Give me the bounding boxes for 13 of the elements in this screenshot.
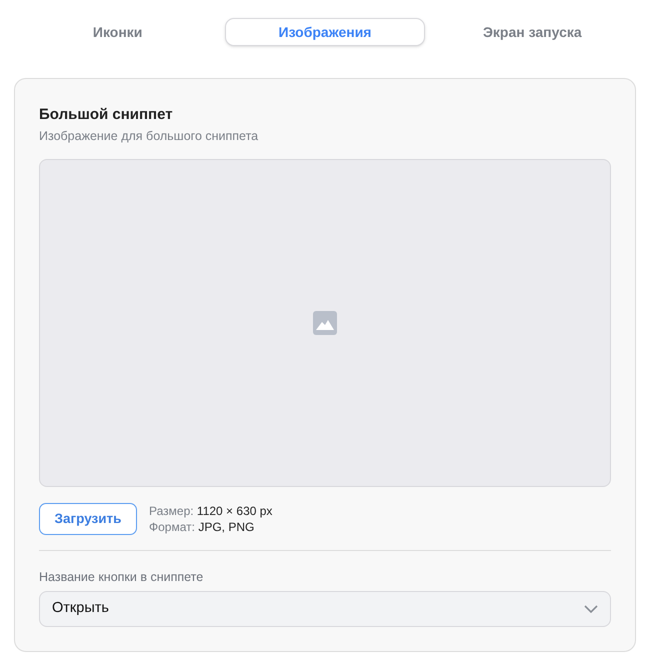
section-title: Большой сниппет — [39, 105, 174, 125]
spec-text: Формат: JPG, PNG — [149, 519, 256, 535]
select-label: Название кнопки в сниппете — [39, 569, 204, 585]
select-value: Открыть — [52, 599, 109, 618]
tab[interactable]: Экран запуска — [432, 18, 632, 46]
upload-button[interactable]: Загрузить — [39, 503, 137, 535]
spec-text: Размер: 1120 × 630 px — [149, 503, 272, 519]
tab[interactable]: Иконки — [18, 18, 218, 46]
select-field[interactable]: Открыть — [39, 591, 611, 627]
chevron-down-icon — [584, 605, 598, 613]
tab[interactable]: Изображения — [225, 18, 425, 46]
section-subtitle: Изображение для большого сниппета — [39, 128, 260, 145]
image-icon — [313, 311, 337, 335]
